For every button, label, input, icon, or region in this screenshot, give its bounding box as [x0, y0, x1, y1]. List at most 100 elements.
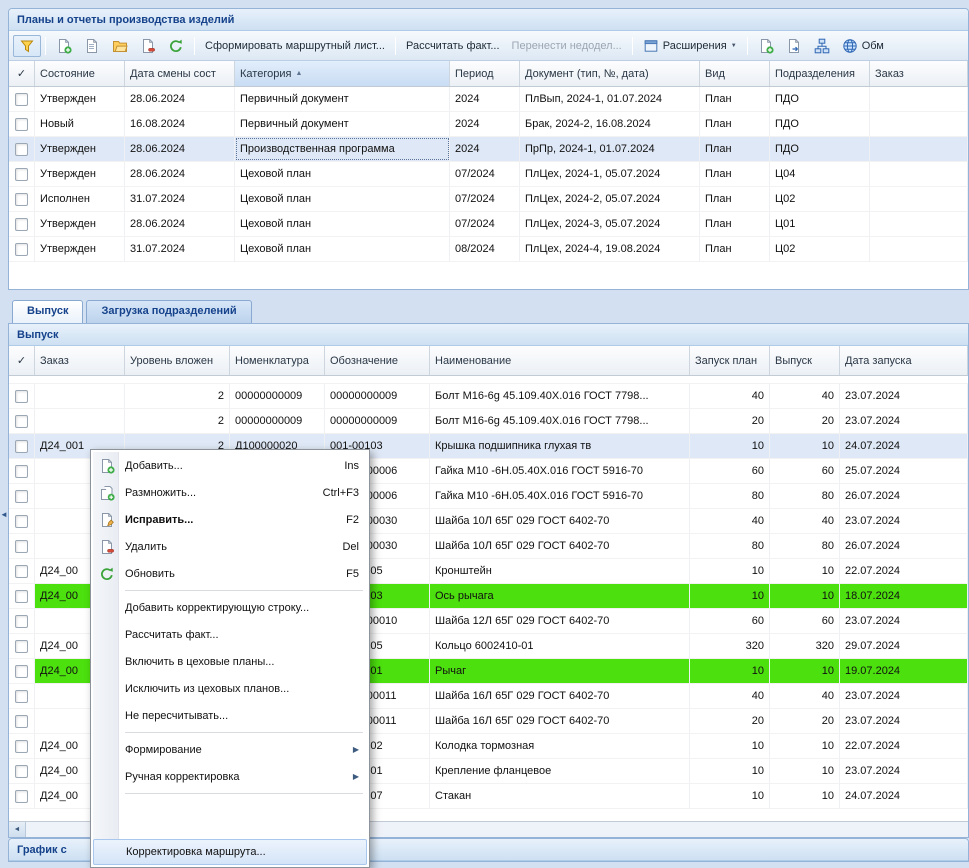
row-checkbox[interactable]: [15, 168, 28, 181]
plans-grid-header-4[interactable]: Период: [450, 61, 520, 86]
plans-grid-cell-category: Первичный документ: [235, 112, 450, 136]
row-checkbox[interactable]: [15, 665, 28, 678]
row-checkbox[interactable]: [15, 640, 28, 653]
output-grid-cell-out: 10: [770, 434, 840, 458]
extensions-button[interactable]: Расширения ▼: [637, 35, 743, 57]
collapse-left-icon[interactable]: ◄: [0, 510, 8, 519]
row-checkbox[interactable]: [15, 490, 28, 503]
menu-item-7[interactable]: Рассчитать факт...: [93, 621, 367, 648]
output-grid-row[interactable]: 20000000000900000000009Болт М16-6g 45.10…: [9, 384, 968, 409]
plans-grid-header-2[interactable]: Дата смены сост: [125, 61, 235, 86]
output-grid-cell-plan: 20: [690, 709, 770, 733]
output-grid-header-6[interactable]: Запуск план: [690, 346, 770, 375]
row-checkbox[interactable]: [15, 715, 28, 728]
row-checkbox[interactable]: [15, 93, 28, 106]
plans-grid-row[interactable]: Исполнен31.07.2024Цеховой план07/2024ПлЦ…: [9, 187, 968, 212]
output-grid-header-1[interactable]: Заказ: [35, 346, 125, 375]
plans-grid-header-7[interactable]: Подразделения: [770, 61, 870, 86]
menu-item-2[interactable]: Исправить...F2: [93, 506, 367, 533]
output-grid-header-4[interactable]: Обозначение: [325, 346, 430, 375]
delete-button[interactable]: [134, 35, 162, 57]
menu-item-3[interactable]: УдалитьDel: [93, 533, 367, 560]
left-region-splitter[interactable]: ◄: [0, 0, 8, 862]
plans-grid-cell-kind: План: [700, 112, 770, 136]
calc-fact-button[interactable]: Рассчитать факт...: [400, 35, 506, 57]
row-checkbox[interactable]: [15, 565, 28, 578]
output-grid-cell-des: 00000000009: [325, 384, 430, 408]
tab-zagruzka-podrazdelenij[interactable]: Загрузка подразделений: [86, 300, 251, 323]
row-checkbox[interactable]: [15, 118, 28, 131]
output-grid-cell-out: 10: [770, 584, 840, 608]
plans-grid-cell-period: 07/2024: [450, 162, 520, 186]
menu-item-12[interactable]: Формирование▶: [93, 736, 367, 763]
row-checkbox[interactable]: [15, 143, 28, 156]
output-grid-cell-plan: 80: [690, 484, 770, 508]
menu-item-1[interactable]: Размножить...Ctrl+F3: [93, 479, 367, 506]
output-grid-header-8[interactable]: Дата запуска: [840, 346, 968, 375]
output-grid-header-7[interactable]: Выпуск: [770, 346, 840, 375]
plans-grid-row[interactable]: Утвержден28.06.2024Цеховой план07/2024Пл…: [9, 212, 968, 237]
row-checkbox[interactable]: [15, 690, 28, 703]
output-grid-header-2[interactable]: Уровень вложен: [125, 346, 230, 375]
menu-item-9[interactable]: Исключить из цеховых планов...: [93, 675, 367, 702]
row-checkbox[interactable]: [15, 790, 28, 803]
filter-button[interactable]: [13, 35, 41, 57]
refresh-button[interactable]: [162, 35, 190, 57]
menu-item-label: Исключить из цеховых планов...: [119, 683, 359, 695]
plans-grid-header-3[interactable]: Категория▲: [235, 61, 450, 86]
open-button[interactable]: [106, 35, 134, 57]
menu-item-4[interactable]: ОбновитьF5: [93, 560, 367, 587]
plans-grid-cell-date: 16.08.2024: [125, 112, 235, 136]
exchange-button[interactable]: Обм: [836, 35, 890, 57]
output-grid-cell-name: Крепление фланцевое: [430, 759, 690, 783]
plans-grid-row[interactable]: Утвержден28.06.2024Цеховой план07/2024Пл…: [9, 162, 968, 187]
plans-grid-header-8[interactable]: Заказ: [870, 61, 968, 86]
row-checkbox[interactable]: [15, 615, 28, 628]
row-checkbox[interactable]: [15, 590, 28, 603]
add-button[interactable]: [50, 35, 78, 57]
plans-grid-row[interactable]: Утвержден31.07.2024Цеховой план08/2024Пл…: [9, 237, 968, 262]
output-grid-header-3[interactable]: Номенклатура: [230, 346, 325, 375]
output-grid-cell-plan: 80: [690, 534, 770, 558]
plans-grid-header-5[interactable]: Документ (тип, №, дата): [520, 61, 700, 86]
plans-grid-row[interactable]: Утвержден28.06.2024Первичный документ202…: [9, 87, 968, 112]
plans-grid-header-6[interactable]: Вид: [700, 61, 770, 86]
row-checkbox[interactable]: [15, 515, 28, 528]
output-grid-row[interactable]: 20000000000900000000009Болт М16-6g 45.10…: [9, 409, 968, 434]
plans-grid-row[interactable]: Новый16.08.2024Первичный документ2024Бра…: [9, 112, 968, 137]
menu-shortcut: Del: [328, 541, 359, 553]
row-checkbox[interactable]: [15, 765, 28, 778]
row-checkbox[interactable]: [15, 415, 28, 428]
row-checkbox[interactable]: [15, 540, 28, 553]
plans-grid-header-0[interactable]: ✓: [9, 61, 35, 86]
report-add-button[interactable]: [752, 35, 780, 57]
row-checkbox[interactable]: [15, 740, 28, 753]
menu-item-10[interactable]: Не пересчитывать...: [93, 702, 367, 729]
menu-item-0[interactable]: Добавить...Ins: [93, 452, 367, 479]
menu-item-16[interactable]: Корректировка маршрута...: [93, 839, 367, 865]
hierarchy-icon: [814, 38, 830, 54]
plans-grid-header-1[interactable]: Состояние: [35, 61, 125, 86]
export-button[interactable]: [780, 35, 808, 57]
plans-grid-row[interactable]: Утвержден28.06.2024Производственная прог…: [9, 137, 968, 162]
move-backlog-button[interactable]: Перенести недодел...: [506, 35, 628, 57]
menu-item-8[interactable]: Включить в цеховые планы...: [93, 648, 367, 675]
row-checkbox-cell: [9, 459, 35, 483]
row-checkbox[interactable]: [15, 465, 28, 478]
row-checkbox[interactable]: [15, 193, 28, 206]
hierarchy-button[interactable]: [808, 35, 836, 57]
edit-button[interactable]: [78, 35, 106, 57]
output-grid-header: ✓ЗаказУровень вложенНоменклатураОбозначе…: [9, 346, 968, 376]
menu-item-13[interactable]: Ручная корректировка▶: [93, 763, 367, 790]
scroll-left-icon[interactable]: ◄: [9, 822, 26, 837]
menu-item-6[interactable]: Добавить корректирующую строку...: [93, 594, 367, 621]
tab-vypusk[interactable]: Выпуск: [12, 300, 83, 323]
row-checkbox[interactable]: [15, 243, 28, 256]
row-checkbox[interactable]: [15, 440, 28, 453]
output-grid-row[interactable]: Н_Д: [9, 376, 968, 384]
output-grid-header-0[interactable]: ✓: [9, 346, 35, 375]
form-route-list-button[interactable]: Сформировать маршрутный лист...: [199, 35, 391, 57]
row-checkbox[interactable]: [15, 218, 28, 231]
output-grid-header-5[interactable]: Наименование: [430, 346, 690, 375]
row-checkbox[interactable]: [15, 390, 28, 403]
